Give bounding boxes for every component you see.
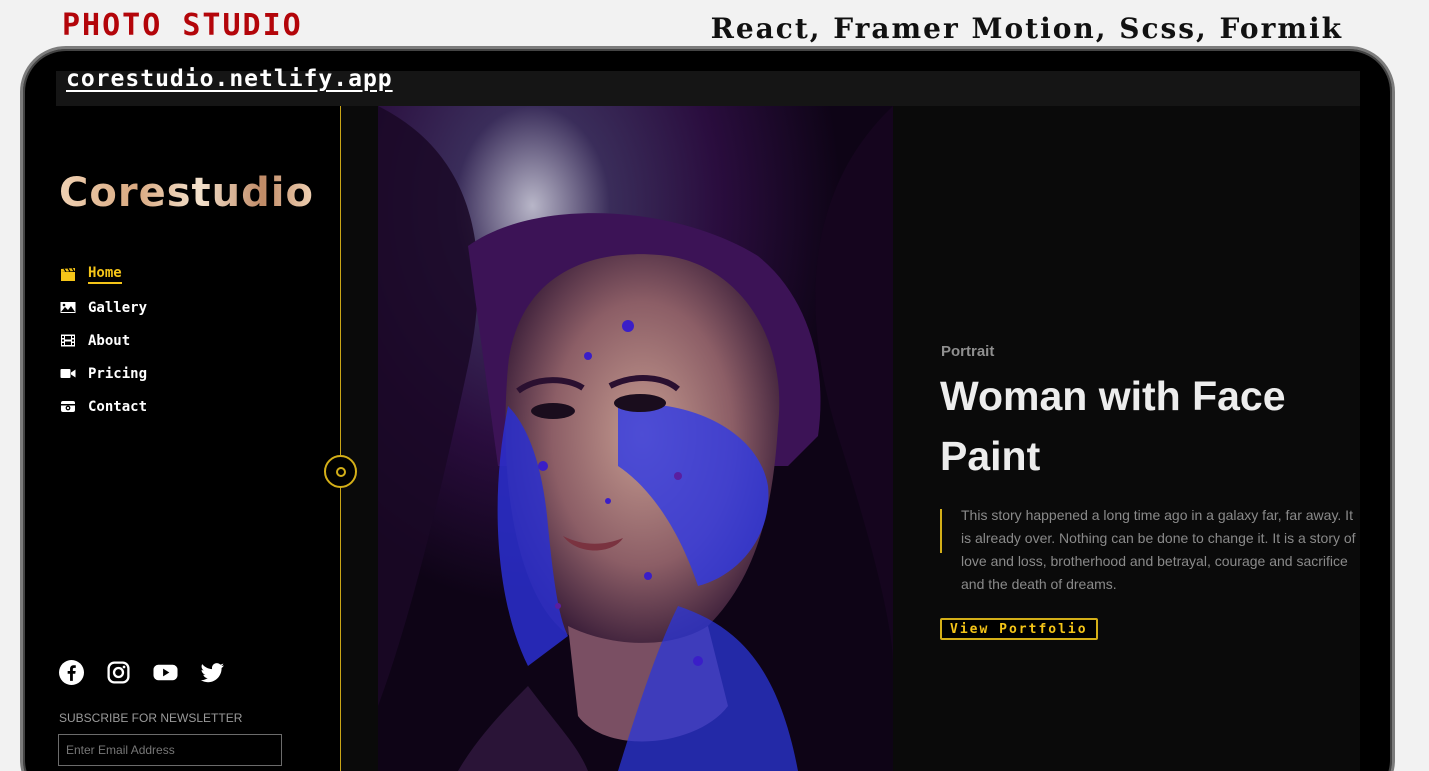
twitter-icon[interactable] <box>200 660 225 685</box>
nav-item-contact[interactable]: Contact <box>60 390 147 423</box>
view-portfolio-button[interactable]: View Portfolio <box>940 618 1098 640</box>
caption-tech-stack: React, Framer Motion, Scss, Formik <box>710 12 1343 45</box>
instagram-icon[interactable] <box>106 660 131 685</box>
timeline-line <box>340 106 341 771</box>
newsletter-email-input[interactable] <box>58 734 282 766</box>
clapperboard-icon <box>60 268 76 281</box>
nav-label-contact: Contact <box>88 398 148 415</box>
main-nav: Home Gallery About Pricing Contact <box>60 258 147 423</box>
hero-category: Portrait <box>941 343 995 360</box>
hero-title: Woman with Face Paint <box>940 373 1286 479</box>
site-logo[interactable]: Corestudio <box>59 170 314 216</box>
timeline-marker[interactable] <box>324 455 357 488</box>
nav-label-gallery: Gallery <box>88 299 148 316</box>
image-icon <box>60 301 76 314</box>
facebook-icon[interactable] <box>59 660 84 685</box>
nav-label-pricing: Pricing <box>88 365 148 382</box>
description-accent-bar <box>940 509 942 553</box>
social-links <box>59 660 225 685</box>
camera-icon <box>60 400 76 413</box>
nav-item-about[interactable]: About <box>60 324 147 357</box>
video-camera-icon <box>60 367 76 380</box>
hero-photo <box>378 106 893 771</box>
app-screen: Corestudio Home Gallery About Pricing Co… <box>56 106 1360 771</box>
film-icon <box>60 334 76 347</box>
nav-label-about: About <box>88 332 131 349</box>
sidebar: Corestudio Home Gallery About Pricing Co… <box>56 106 341 771</box>
caption-title: PHOTO STUDIO <box>62 8 303 43</box>
newsletter-label: SUBSCRIBE FOR NEWSLETTER <box>59 711 243 725</box>
nav-label-home: Home <box>88 265 122 284</box>
hero-description: This story happened a long time ago in a… <box>961 507 1356 592</box>
youtube-icon[interactable] <box>153 660 178 685</box>
nav-item-home[interactable]: Home <box>60 258 147 291</box>
nav-item-gallery[interactable]: Gallery <box>60 291 147 324</box>
nav-item-pricing[interactable]: Pricing <box>60 357 147 390</box>
url-link[interactable]: corestudio.netlify.app <box>66 66 393 92</box>
